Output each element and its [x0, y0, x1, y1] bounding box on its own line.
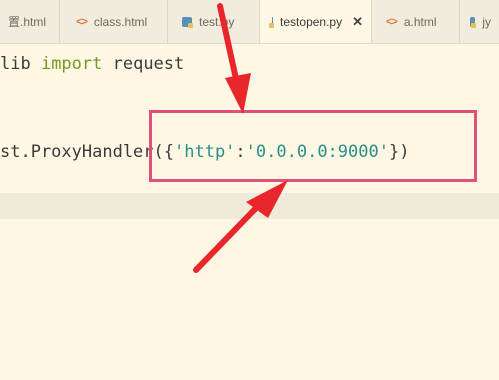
arrow-up-icon: [193, 180, 288, 273]
arrow-down-icon: [217, 3, 251, 114]
annotation-arrows: [193, 3, 288, 273]
